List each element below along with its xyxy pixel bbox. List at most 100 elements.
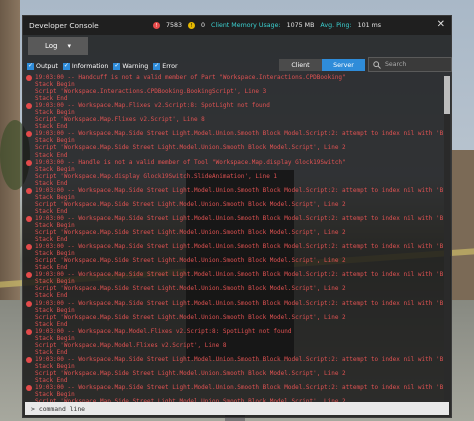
tab-client[interactable]: Client <box>279 59 322 71</box>
log-line[interactable]: 19:03:00 -- Workspace.Map.Side Street Li… <box>25 384 443 392</box>
error-icon <box>25 187 35 194</box>
blank-icon <box>25 335 35 342</box>
log-dropdown[interactable]: Log ▾ <box>28 37 88 55</box>
log-line[interactable]: Stack Begin <box>25 109 443 116</box>
log-line[interactable]: 19:03:00 -- Workspace.Map.Side Street Li… <box>25 187 443 194</box>
log-line[interactable]: Stack End <box>25 236 443 243</box>
log-line[interactable]: Stack End <box>25 321 443 328</box>
filter-output[interactable]: ✓ Output <box>27 62 58 70</box>
error-icon <box>25 215 35 222</box>
log-line[interactable]: 19:03:00 -- Handle is not a valid member… <box>25 159 443 166</box>
log-line[interactable]: Stack End <box>25 292 443 299</box>
log-scrollbar[interactable] <box>444 76 450 412</box>
command-line-input[interactable]: > command line <box>25 402 449 415</box>
checkbox-error[interactable]: ✓ <box>153 62 161 70</box>
stats-bar: ! 7583 ! 0 Client Memory Usage: 1075 MB … <box>153 16 381 35</box>
command-line-placeholder: command line <box>38 404 86 413</box>
log-line[interactable]: Stack Begin <box>25 137 443 144</box>
log-line[interactable]: Script 'Workspace.Map.Side Street Light.… <box>25 201 443 208</box>
log-line-text: Stack End <box>35 236 68 244</box>
search-input[interactable]: Search <box>368 57 452 72</box>
log-output[interactable]: 19:03:00 -- Handcuff is not a valid memb… <box>25 74 443 412</box>
log-line[interactable]: Stack Begin <box>25 307 443 314</box>
title-bar[interactable]: Developer Console ! 7583 ! 0 Client Memo… <box>23 16 451 35</box>
log-line[interactable]: 19:03:00 -- Handcuff is not a valid memb… <box>25 74 443 81</box>
log-line-text: Script 'Workspace.Map.Side Street Light.… <box>35 257 346 265</box>
log-line[interactable]: Stack End <box>25 264 443 271</box>
log-line-text: Stack Begin <box>35 137 75 145</box>
blank-icon <box>25 144 35 151</box>
log-line[interactable]: Script 'Workspace.Interactions.CPDBookin… <box>25 88 443 95</box>
log-line[interactable]: Script 'Workspace.Map.Side Street Light.… <box>25 370 443 377</box>
blank-icon <box>25 292 35 299</box>
log-line-text: Script 'Workspace.Interactions.CPDBookin… <box>35 88 267 96</box>
log-line[interactable]: Stack End <box>25 123 443 130</box>
log-line-text: Stack End <box>35 207 68 215</box>
log-line-text: Stack Begin <box>35 165 75 173</box>
blank-icon <box>25 116 35 123</box>
log-line[interactable]: Script 'Workspace.Map.Side Street Light.… <box>25 229 443 236</box>
scrollbar-thumb[interactable] <box>444 76 450 114</box>
log-line[interactable]: Stack Begin <box>25 250 443 257</box>
log-line-text: Script 'Workspace.Map.Side Street Light.… <box>35 369 346 377</box>
log-line[interactable]: 19:03:00 -- Workspace.Map.Side Street Li… <box>25 243 443 251</box>
memory-value[interactable]: 1075 MB <box>287 22 315 29</box>
log-line-text: Stack Begin <box>35 306 75 314</box>
log-line[interactable]: 19:03:00 -- Workspace.Map.Model.Flixes v… <box>25 328 443 335</box>
warning-count[interactable]: 0 <box>201 22 205 29</box>
log-line[interactable]: 19:03:00 -- Workspace.Map.Side Street Li… <box>25 271 443 279</box>
log-line[interactable]: Stack Begin <box>25 194 443 201</box>
close-icon[interactable]: ✕ <box>437 19 445 30</box>
log-line-text: 19:03:00 -- Workspace.Map.Side Street Li… <box>35 130 443 138</box>
log-line[interactable]: Stack Begin <box>25 391 443 398</box>
log-line[interactable]: Stack End <box>25 208 443 215</box>
filter-information[interactable]: ✓ Information <box>62 62 108 70</box>
log-line[interactable]: Script 'Workspace.Map.Side Street Light.… <box>25 314 443 321</box>
log-line-text: Stack End <box>35 151 68 159</box>
log-line[interactable]: Stack Begin <box>25 81 443 88</box>
log-line[interactable]: Script 'Workspace.Map.Side Street Light.… <box>25 285 443 292</box>
log-line[interactable]: 19:03:00 -- Workspace.Map.Side Street Li… <box>25 356 443 363</box>
error-icon <box>25 102 35 110</box>
log-line[interactable]: Stack End <box>25 95 443 102</box>
filter-error[interactable]: ✓ Error <box>153 62 178 70</box>
filter-error-label: Error <box>162 62 178 70</box>
log-line[interactable]: Stack Begin <box>25 278 443 285</box>
error-count[interactable]: 7583 <box>166 22 182 29</box>
log-line[interactable]: Stack Begin <box>25 363 443 370</box>
log-line[interactable]: Stack End <box>25 180 443 187</box>
checkbox-output[interactable]: ✓ <box>27 62 34 70</box>
log-line[interactable]: 19:03:00 -- Workspace.Map.Side Street Li… <box>25 130 443 138</box>
ping-value[interactable]: 101 ms <box>358 22 381 29</box>
log-line-text: 19:03:00 -- Workspace.Map.Side Street Li… <box>35 299 443 307</box>
blank-icon <box>25 307 35 314</box>
tab-server[interactable]: Server <box>322 59 365 71</box>
log-line[interactable]: Stack End <box>25 152 443 159</box>
blank-icon <box>25 88 35 95</box>
log-line[interactable]: Stack Begin <box>25 166 443 173</box>
log-line[interactable]: Script 'Workspace.Map.Flixes v2.Script',… <box>25 116 443 123</box>
blank-icon <box>25 321 35 328</box>
log-line[interactable]: Stack Begin <box>25 222 443 229</box>
log-line[interactable]: Script 'Workspace.Map.display Glock19Swi… <box>25 173 443 180</box>
blank-icon <box>25 166 35 173</box>
log-line-text: 19:03:00 -- Workspace.Map.Model.Flixes v… <box>35 327 292 335</box>
checkbox-warning[interactable]: ✓ <box>113 62 121 70</box>
log-line-text: Stack End <box>35 123 68 131</box>
log-line[interactable]: Stack Begin <box>25 335 443 342</box>
blank-icon <box>25 173 35 180</box>
log-line[interactable]: Script 'Workspace.Map.Side Street Light.… <box>25 144 443 151</box>
filter-warning[interactable]: ✓ Warning <box>113 62 148 70</box>
command-prompt: > <box>31 404 35 413</box>
log-line-text: Stack Begin <box>35 362 75 370</box>
log-line[interactable]: Stack End <box>25 349 443 356</box>
log-line[interactable]: Stack End <box>25 377 443 384</box>
log-line[interactable]: 19:03:00 -- Workspace.Map.Side Street Li… <box>25 300 443 307</box>
search-icon <box>373 60 381 69</box>
log-line[interactable]: 19:03:00 -- Workspace.Map.Side Street Li… <box>25 215 443 222</box>
checkbox-information[interactable]: ✓ <box>62 62 70 70</box>
log-line[interactable]: 19:03:00 -- Workspace.Map.Flixes v2.Scri… <box>25 102 443 110</box>
log-line[interactable]: Script 'Workspace.Map.Side Street Light.… <box>25 257 443 264</box>
error-count-icon: ! <box>153 22 160 29</box>
log-line[interactable]: Script 'Workspace.Map.Model.Flixes v2.Sc… <box>25 342 443 349</box>
